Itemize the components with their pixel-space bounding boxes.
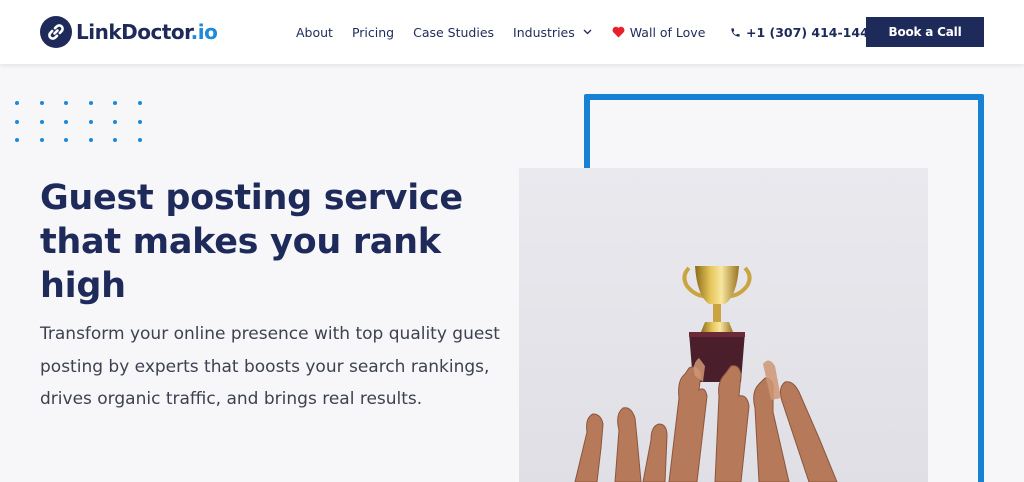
grid-dot	[39, 138, 44, 142]
book-a-call-button[interactable]: Book a Call	[866, 17, 984, 47]
grid-dot	[15, 101, 19, 105]
grid-dot	[113, 138, 117, 142]
grid-dot	[64, 119, 68, 124]
nav-pricing[interactable]: Pricing	[352, 25, 394, 40]
grid-dot	[15, 138, 19, 142]
trophy-hands-photo	[519, 168, 928, 482]
grid-dot	[113, 101, 117, 105]
site-header: LinkDoctor.io About Pricing Case Studies…	[0, 0, 1024, 64]
heart-icon	[612, 26, 625, 38]
logo-wordmark: LinkDoctor.io	[76, 20, 218, 44]
grid-dot	[15, 119, 19, 124]
phone-number: +1 (307) 414-1446	[746, 24, 878, 40]
grid-dot	[88, 138, 93, 142]
nav-wall-of-love-label: Wall of Love	[629, 24, 706, 40]
nav-case-studies[interactable]: Case Studies	[413, 25, 494, 40]
phone-icon	[730, 27, 741, 38]
grid-dot	[88, 101, 93, 105]
hero-title: Guest posting service that makes you ran…	[40, 178, 463, 306]
chevron-down-icon	[583, 29, 592, 35]
grid-dot	[39, 101, 44, 105]
grid-dot	[64, 138, 68, 142]
phone-link[interactable]: +1 (307) 414-1446	[730, 0, 877, 64]
grid-dot	[113, 119, 117, 124]
grid-dot	[39, 119, 44, 124]
nav-about[interactable]: About	[296, 25, 333, 40]
logo-link[interactable]: LinkDoctor.io	[40, 16, 218, 48]
decorative-dot-grid	[15, 101, 147, 149]
grid-dot	[137, 101, 142, 105]
nav-industries[interactable]: Industries	[513, 25, 592, 40]
trophy-icon	[682, 266, 752, 382]
grid-dot	[137, 119, 142, 124]
grid-dot	[88, 119, 93, 124]
logo-tld-text: .io	[190, 20, 218, 44]
nav-wall-of-love[interactable]: Wall of Love	[612, 24, 706, 40]
main-nav: About Pricing Case Studies Industries Wa…	[296, 0, 705, 64]
grid-dot	[64, 101, 68, 105]
link-chain-icon	[40, 16, 72, 48]
nav-industries-label: Industries	[513, 24, 575, 40]
grid-dot	[137, 138, 142, 142]
logo-brand-text: LinkDoctor	[76, 20, 191, 44]
hero-subtitle: Transform your online presence with top …	[40, 324, 500, 409]
